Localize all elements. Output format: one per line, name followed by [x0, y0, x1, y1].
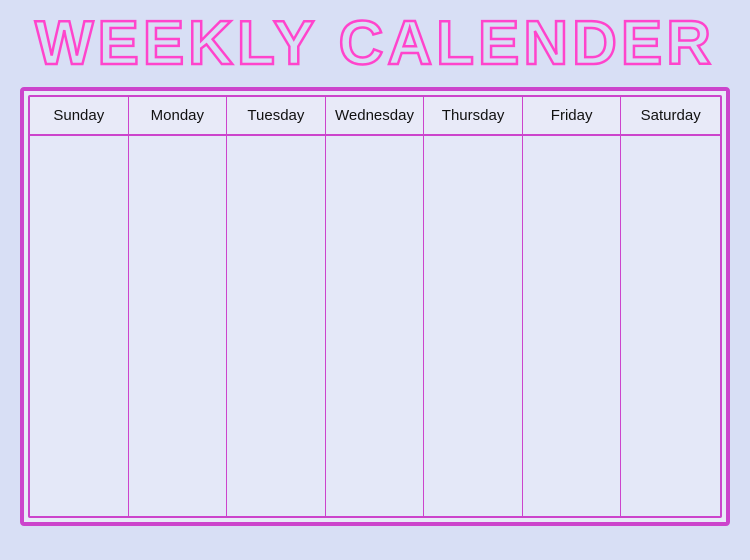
calendar-body: [30, 136, 720, 516]
day-header-wednesday: Wednesday: [326, 97, 425, 136]
day-header-monday: Monday: [129, 97, 228, 136]
day-header-tuesday: Tuesday: [227, 97, 326, 136]
page-title: WEEKLY CALENDER: [35, 8, 715, 79]
cell-wednesday[interactable]: [326, 136, 425, 516]
cell-saturday[interactable]: [621, 136, 720, 516]
cell-monday[interactable]: [129, 136, 228, 516]
calendar-container: Sunday Monday Tuesday Wednesday Thursday…: [20, 87, 730, 526]
day-header-friday: Friday: [523, 97, 622, 136]
day-header-thursday: Thursday: [424, 97, 523, 136]
day-header-sunday: Sunday: [30, 97, 129, 136]
cell-tuesday[interactable]: [227, 136, 326, 516]
calendar-grid: Sunday Monday Tuesday Wednesday Thursday…: [28, 95, 722, 518]
cell-friday[interactable]: [523, 136, 622, 516]
cell-sunday[interactable]: [30, 136, 129, 516]
cell-thursday[interactable]: [424, 136, 523, 516]
calendar-header: Sunday Monday Tuesday Wednesday Thursday…: [30, 97, 720, 136]
day-header-saturday: Saturday: [621, 97, 720, 136]
